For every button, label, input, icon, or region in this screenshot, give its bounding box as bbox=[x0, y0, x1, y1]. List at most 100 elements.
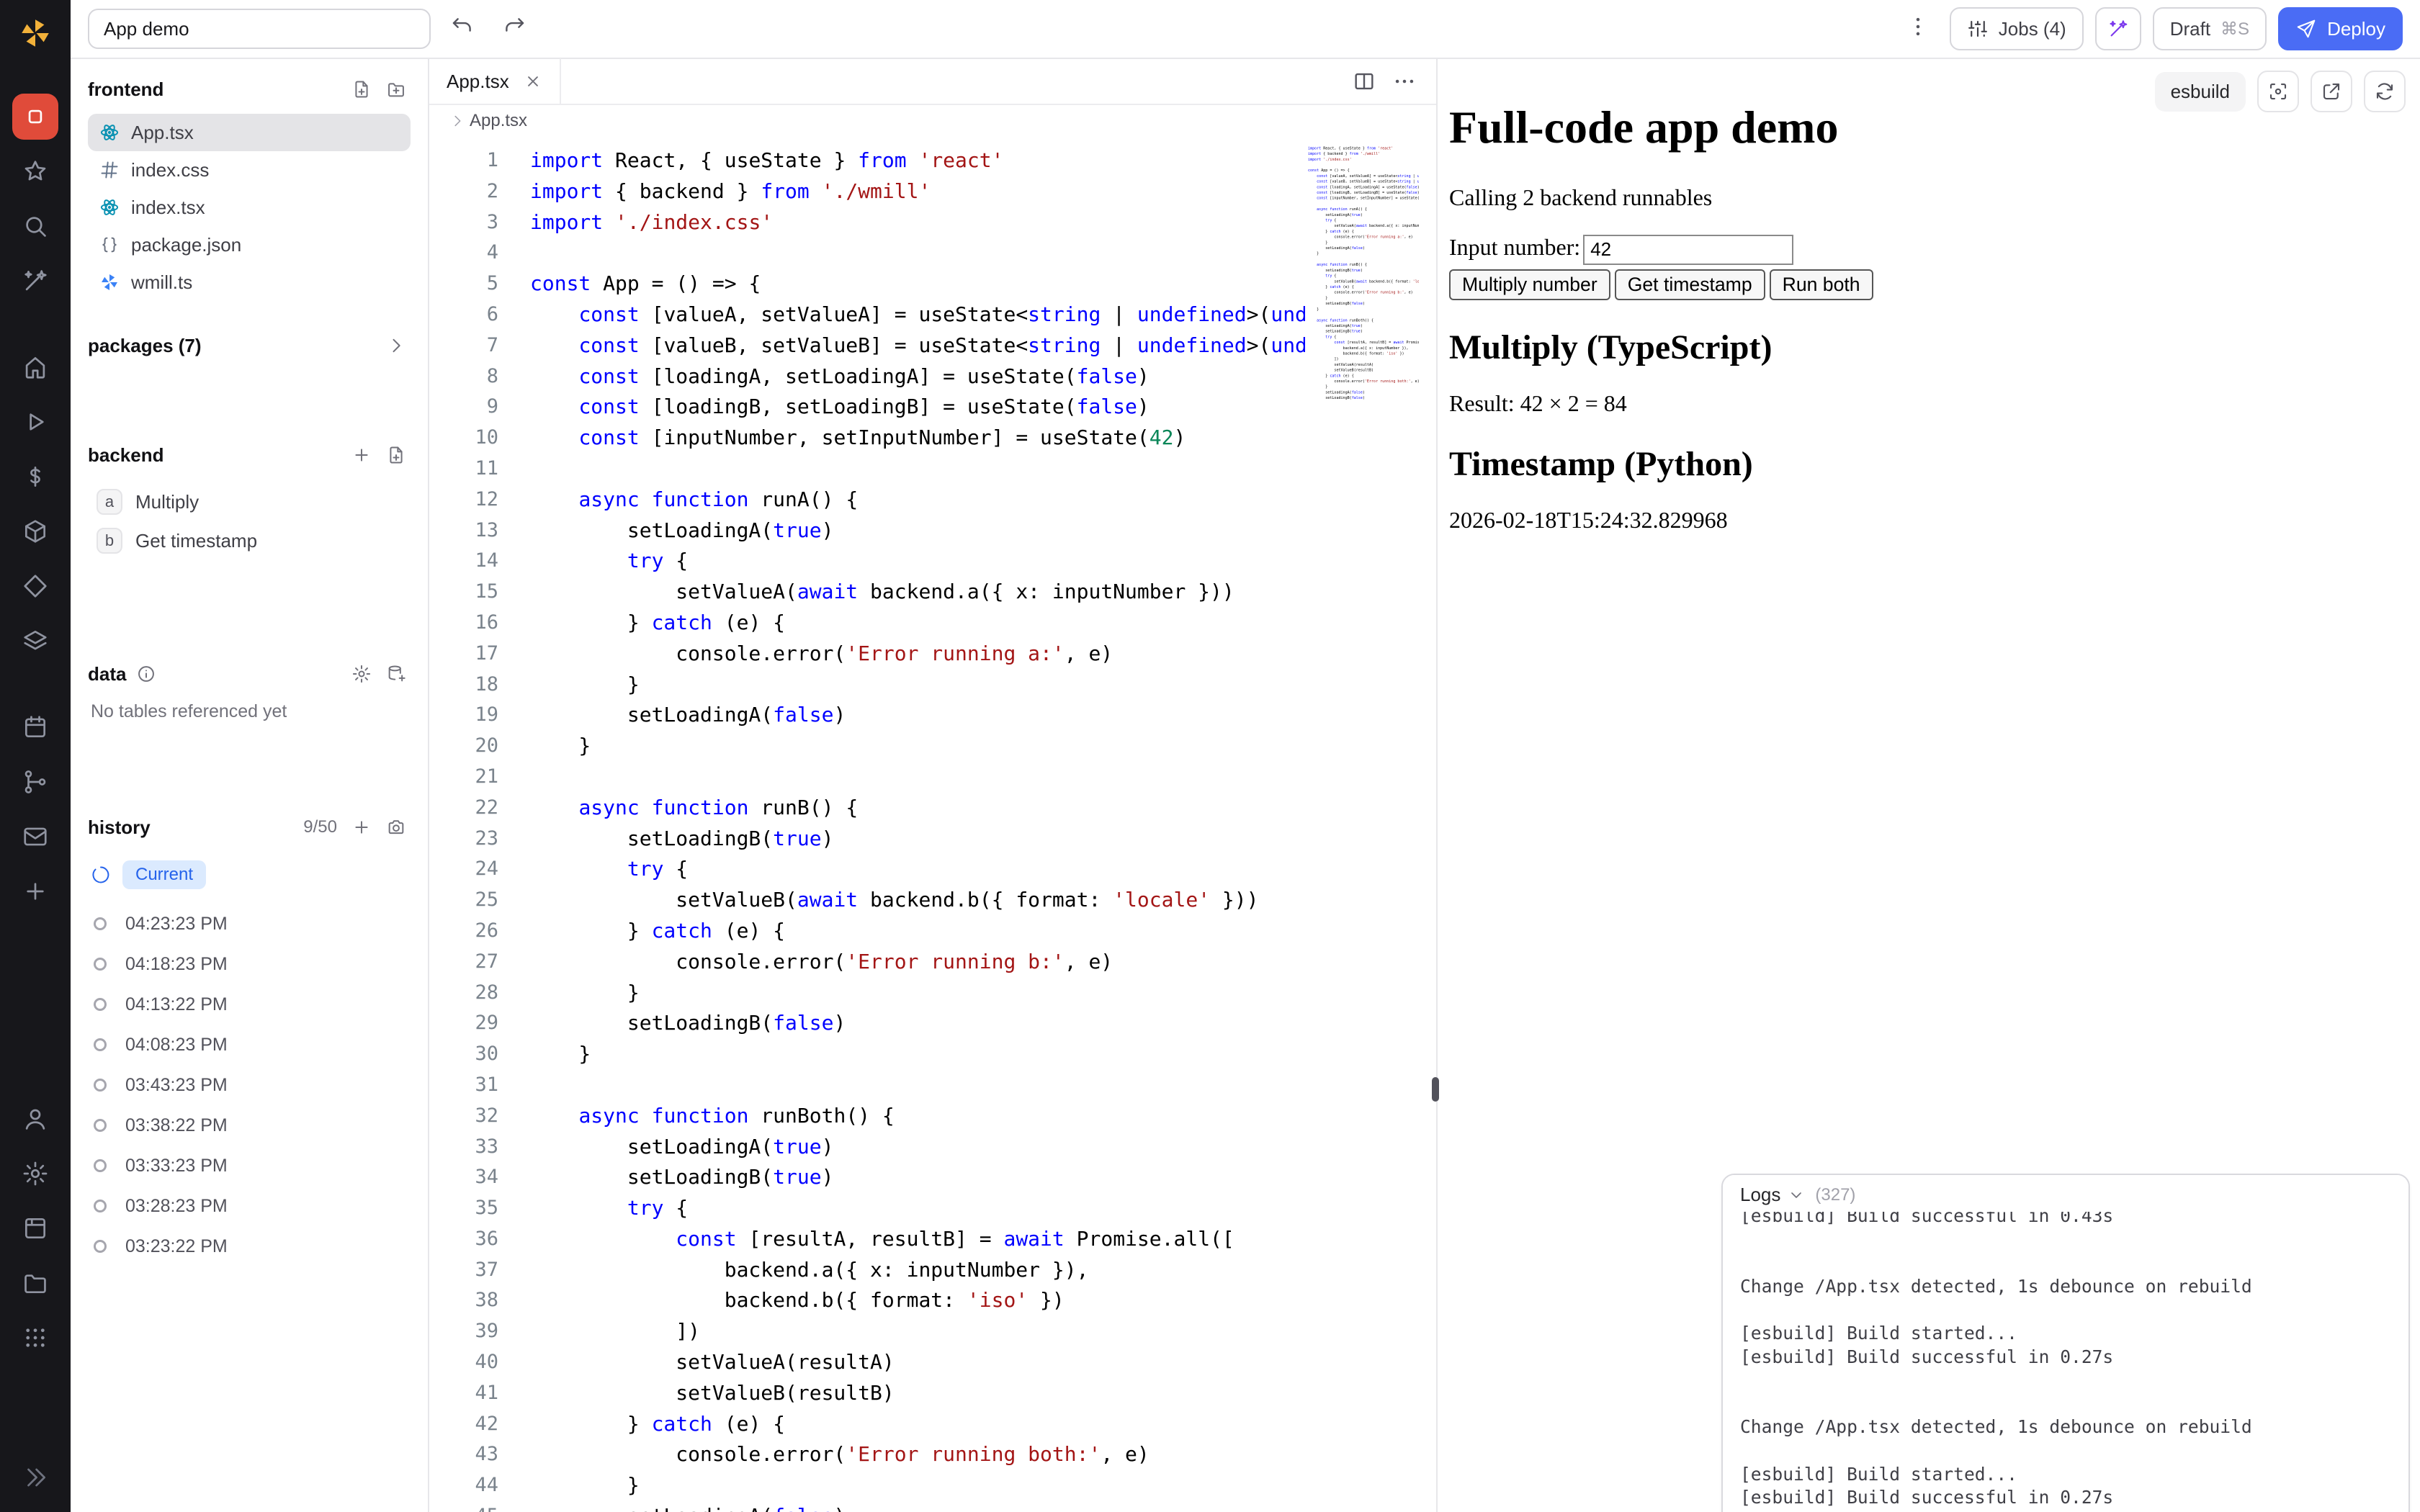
line-number: 5 bbox=[429, 269, 498, 300]
file-item[interactable]: package.json bbox=[88, 226, 411, 264]
deploy-button[interactable]: Deploy bbox=[2278, 7, 2403, 50]
log-line: [esbuild] Build started... bbox=[1740, 1322, 2391, 1346]
line-number: 22 bbox=[429, 793, 498, 824]
tab-label: App.tsx bbox=[447, 71, 509, 93]
star-rail-button[interactable] bbox=[12, 148, 58, 194]
history-entry[interactable]: 04:08:23 PM bbox=[88, 1025, 411, 1065]
new-file-button[interactable] bbox=[347, 75, 376, 104]
code-line: backend.b({ format: 'iso' }) bbox=[1308, 351, 1419, 356]
file-name: index.css bbox=[131, 159, 209, 181]
layers-rail-button[interactable] bbox=[12, 618, 58, 664]
history-entry[interactable]: 03:28:23 PM bbox=[88, 1186, 411, 1226]
log-line bbox=[1740, 1228, 2391, 1252]
mail-rail-button[interactable] bbox=[12, 814, 58, 860]
add-runnable-button[interactable] bbox=[347, 441, 376, 469]
undo-button[interactable] bbox=[442, 9, 483, 49]
code-editor[interactable]: 1234567891011121314151617181920212223242… bbox=[429, 137, 1436, 1512]
search-rail-button[interactable] bbox=[12, 203, 58, 249]
history-entry[interactable]: 04:13:22 PM bbox=[88, 984, 411, 1025]
frontend-section-header: frontend bbox=[88, 73, 411, 105]
home-rail-button[interactable] bbox=[12, 344, 58, 390]
stack-rail-button[interactable] bbox=[12, 508, 58, 554]
run-both-button[interactable]: Run both bbox=[1770, 269, 1873, 300]
app-name-input[interactable] bbox=[88, 9, 431, 49]
runnable-label: Get timestamp bbox=[135, 530, 257, 552]
package-rail-button[interactable] bbox=[12, 1205, 58, 1251]
add-table-button[interactable] bbox=[382, 660, 411, 688]
add-snapshot-button[interactable] bbox=[347, 813, 376, 842]
diamond-rail-button[interactable] bbox=[12, 563, 58, 609]
expand-sidebar-button[interactable] bbox=[12, 1454, 58, 1500]
minimap[interactable]: import React, { useState } from 'react'i… bbox=[1308, 145, 1419, 1512]
app-editor-rail-button[interactable] bbox=[12, 94, 58, 140]
grid-rail-button[interactable] bbox=[12, 1315, 58, 1361]
open-external-button[interactable] bbox=[2311, 71, 2352, 112]
info-icon bbox=[132, 660, 161, 688]
calendar-icon bbox=[22, 714, 49, 741]
viewfinder-icon bbox=[2267, 81, 2289, 102]
calendar-rail-button[interactable] bbox=[12, 704, 58, 750]
folder-rail-button[interactable] bbox=[12, 1260, 58, 1306]
code-line: } bbox=[1308, 240, 1419, 246]
log-line bbox=[1740, 1298, 2391, 1322]
file-item[interactable]: index.tsx bbox=[88, 189, 411, 226]
panel-resize-handle[interactable] bbox=[1432, 1077, 1439, 1102]
current-version-badge[interactable]: Current bbox=[122, 860, 206, 889]
history-entry[interactable]: 03:43:23 PM bbox=[88, 1065, 411, 1105]
windmill-logo[interactable] bbox=[14, 12, 57, 55]
history-entry[interactable]: 03:33:23 PM bbox=[88, 1146, 411, 1186]
line-number: 6 bbox=[429, 300, 498, 330]
ai-wand-button[interactable] bbox=[2095, 7, 2141, 50]
history-entry[interactable]: 03:23:22 PM bbox=[88, 1226, 411, 1266]
jobs-button[interactable]: Jobs (4) bbox=[1950, 7, 2084, 50]
editor-more-button[interactable] bbox=[1384, 61, 1425, 102]
dollar-rail-button[interactable] bbox=[12, 454, 58, 500]
file-item[interactable]: App.tsx bbox=[88, 114, 411, 151]
code-line: try { bbox=[1308, 334, 1419, 340]
code-line: console.error('Error running both:', e) bbox=[530, 1439, 1305, 1470]
redo-button[interactable] bbox=[494, 9, 534, 49]
line-number: 41 bbox=[429, 1378, 498, 1409]
add-runnable-file-button[interactable] bbox=[382, 441, 411, 469]
history-entry[interactable]: 04:23:23 PM bbox=[88, 904, 411, 944]
multiply-number-button[interactable]: Multiply number bbox=[1449, 269, 1610, 300]
runnable-item[interactable]: aMultiply bbox=[88, 482, 411, 521]
tab-app-tsx[interactable]: App.tsx bbox=[429, 58, 561, 104]
new-folder-button[interactable] bbox=[382, 75, 411, 104]
more-menu-button[interactable] bbox=[1898, 9, 1938, 49]
draft-button[interactable]: Draft⌘S bbox=[2153, 7, 2267, 50]
flow-rail-button[interactable] bbox=[12, 759, 58, 805]
runnable-item[interactable]: bGet timestamp bbox=[88, 521, 411, 560]
data-settings-button[interactable] bbox=[347, 660, 376, 688]
line-number: 25 bbox=[429, 885, 498, 916]
code-line: } catch (e) { bbox=[1308, 373, 1419, 379]
get-timestamp-button[interactable]: Get timestamp bbox=[1615, 269, 1765, 300]
user-rail-button[interactable] bbox=[12, 1096, 58, 1142]
magic-wand-rail-button[interactable] bbox=[12, 258, 58, 304]
inspect-button[interactable] bbox=[2257, 71, 2299, 112]
code-line bbox=[1308, 201, 1419, 207]
esbuild-badge[interactable]: esbuild bbox=[2155, 72, 2246, 112]
packages-row[interactable]: packages (7) bbox=[88, 327, 411, 364]
code-line: backend.b({ format: 'iso' }) bbox=[530, 1285, 1305, 1316]
history-entry[interactable]: 03:38:22 PM bbox=[88, 1105, 411, 1146]
plus-rail-button[interactable] bbox=[12, 868, 58, 914]
snapshot-camera-button[interactable] bbox=[382, 813, 411, 842]
refresh-preview-button[interactable] bbox=[2364, 71, 2406, 112]
folder-icon bbox=[22, 1269, 49, 1297]
line-number: 2 bbox=[429, 176, 498, 207]
history-entry[interactable]: 04:18:23 PM bbox=[88, 944, 411, 984]
file-item[interactable]: wmill.ts bbox=[88, 264, 411, 301]
code-content[interactable]: import React, { useState } from 'react'i… bbox=[530, 145, 1305, 1512]
file-item[interactable]: index.css bbox=[88, 151, 411, 189]
code-line bbox=[530, 454, 1305, 485]
split-editor-button[interactable] bbox=[1344, 61, 1384, 102]
line-number: 24 bbox=[429, 854, 498, 885]
code-line: import React, { useState } from 'react' bbox=[530, 145, 1305, 176]
gear-rail-button[interactable] bbox=[12, 1151, 58, 1197]
close-tab-icon[interactable] bbox=[524, 72, 542, 91]
input-number-field[interactable] bbox=[1583, 235, 1793, 265]
play-icon bbox=[22, 408, 49, 436]
logs-header[interactable]: Logs (327) bbox=[1723, 1175, 2408, 1212]
play-rail-button[interactable] bbox=[12, 399, 58, 445]
